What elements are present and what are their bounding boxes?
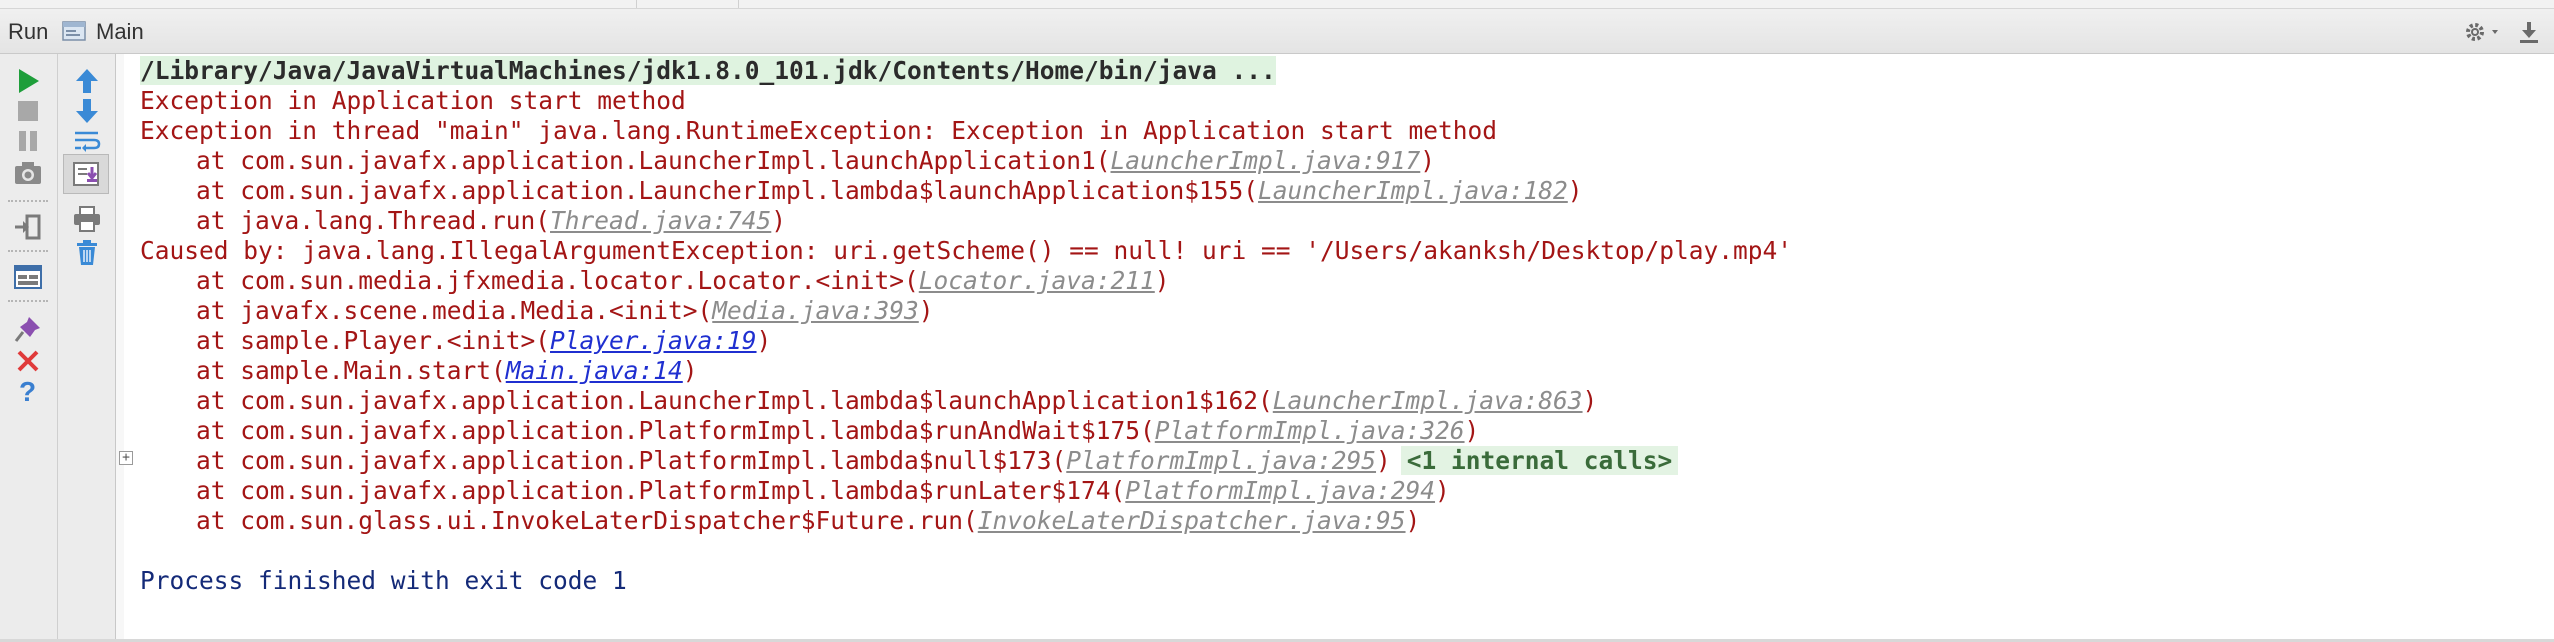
frame-text: at sample.Player.<init>( xyxy=(196,326,551,355)
scroll-to-end-icon[interactable] xyxy=(63,154,109,194)
frame-text: at com.sun.javafx.application.LauncherIm… xyxy=(196,176,1259,205)
toolbar-separator xyxy=(8,300,48,302)
source-link[interactable]: Media.java:393 xyxy=(712,296,919,325)
source-link[interactable]: Locator.java:211 xyxy=(919,266,1155,295)
run-config-tab[interactable]: Main xyxy=(96,19,144,45)
stack-frame: at java.lang.Thread.run(Thread.java:745) xyxy=(140,206,2540,236)
source-link[interactable]: PlatformImpl.java:326 xyxy=(1155,416,1465,445)
frame-close: ) xyxy=(1567,176,1583,205)
frame-close: ) xyxy=(1464,416,1480,445)
gear-icon[interactable] xyxy=(2462,19,2504,45)
frame-text: at com.sun.javafx.application.PlatformIm… xyxy=(196,416,1155,445)
toolbar-separator xyxy=(8,200,48,202)
tab-divider xyxy=(636,0,637,8)
frame-text: at com.sun.javafx.application.PlatformIm… xyxy=(196,446,1067,475)
login-icon[interactable] xyxy=(9,208,47,246)
print-icon[interactable] xyxy=(68,200,106,238)
frame-close: ) xyxy=(1420,146,1436,175)
dump-threads-icon[interactable] xyxy=(9,154,47,192)
frame-text: at com.sun.media.jfxmedia.locator.Locato… xyxy=(196,266,919,295)
console-gutter xyxy=(116,54,124,639)
frame-close: ) xyxy=(1154,266,1170,295)
stack-frame: at sample.Player.<init>(Player.java:19) xyxy=(140,326,2540,356)
tab-divider xyxy=(738,0,739,8)
frame-close: ) xyxy=(1405,506,1421,535)
source-link[interactable]: Player.java:19 xyxy=(550,326,757,355)
frame-text: at com.sun.javafx.application.LauncherIm… xyxy=(196,386,1273,415)
pin-icon[interactable] xyxy=(2516,19,2542,45)
stack-frame: at com.sun.javafx.application.LauncherIm… xyxy=(140,176,2540,206)
frame-close: ) xyxy=(1582,386,1598,415)
command-line: /Library/Java/JavaVirtualMachines/jdk1.8… xyxy=(140,56,2540,86)
source-link[interactable]: PlatformImpl.java:294 xyxy=(1125,476,1435,505)
frame-text: at com.sun.javafx.application.LauncherIm… xyxy=(196,146,1111,175)
svg-text:?: ? xyxy=(19,376,36,406)
internal-calls-fold[interactable]: <1 internal calls> xyxy=(1400,446,1679,475)
frame-text: at com.sun.javafx.application.PlatformIm… xyxy=(196,476,1126,505)
caused-by-line: Caused by: java.lang.IllegalArgumentExce… xyxy=(140,236,1793,265)
frame-text: at com.sun.glass.ui.InvokeLaterDispatche… xyxy=(196,506,978,535)
source-link[interactable]: LauncherImpl.java:863 xyxy=(1273,386,1583,415)
help-icon[interactable]: ? xyxy=(9,372,47,410)
stack-frame: at com.sun.media.jfxmedia.locator.Locato… xyxy=(140,266,2540,296)
command-line-text: /Library/Java/JavaVirtualMachines/jdk1.8… xyxy=(140,56,1276,85)
expand-fold-icon[interactable]: + xyxy=(119,451,133,465)
frame-close: ) xyxy=(771,206,787,235)
frame-text: at java.lang.Thread.run( xyxy=(196,206,551,235)
stack-frame: at com.sun.javafx.application.LauncherIm… xyxy=(140,386,2540,416)
frame-close: ) xyxy=(682,356,698,385)
frame-text: at sample.Main.start( xyxy=(196,356,506,385)
stack-frame: at javafx.scene.media.Media.<init>(Media… xyxy=(140,296,2540,326)
source-link[interactable]: LauncherImpl.java:182 xyxy=(1258,176,1568,205)
frame-close: ) xyxy=(756,326,772,355)
run-toolbar-right xyxy=(58,54,116,639)
stack-frame: at sample.Main.start(Main.java:14) xyxy=(140,356,2540,386)
stack-frame: at com.sun.glass.ui.InvokeLaterDispatche… xyxy=(140,506,2540,536)
stack-frame: at com.sun.javafx.application.PlatformIm… xyxy=(140,416,2540,446)
source-link[interactable]: InvokeLaterDispatcher.java:95 xyxy=(978,506,1406,535)
stack-frame: at com.sun.javafx.application.PlatformIm… xyxy=(140,446,2540,476)
console-line: Exception in Application start method xyxy=(140,86,686,115)
restore-layout-icon[interactable] xyxy=(9,258,47,296)
top-strip xyxy=(0,0,2554,9)
source-link[interactable]: LauncherImpl.java:917 xyxy=(1111,146,1421,175)
toolbar-separator xyxy=(8,250,48,252)
trash-icon[interactable] xyxy=(68,234,106,272)
frame-close: ) xyxy=(1376,446,1391,475)
stack-frame: at com.sun.javafx.application.LauncherIm… xyxy=(140,146,2540,176)
frame-text: at javafx.scene.media.Media.<init>( xyxy=(196,296,713,325)
main-config-icon xyxy=(62,20,88,42)
stack-frame: at com.sun.javafx.application.PlatformIm… xyxy=(140,476,2540,506)
source-link[interactable]: Thread.java:745 xyxy=(550,206,771,235)
exit-status: Process finished with exit code 1 xyxy=(140,566,627,595)
frame-close: ) xyxy=(1435,476,1450,505)
source-link[interactable]: Main.java:14 xyxy=(506,356,683,385)
console-line: Exception in thread "main" java.lang.Run… xyxy=(140,116,1498,145)
console-output[interactable]: /Library/Java/JavaVirtualMachines/jdk1.8… xyxy=(140,56,2540,616)
tool-window-title: Run xyxy=(8,19,49,44)
run-tool-window-header: Run Main xyxy=(0,9,2554,54)
frame-close: ) xyxy=(918,296,934,325)
source-link[interactable]: PlatformImpl.java:295 xyxy=(1066,446,1376,475)
run-toolbar-left: ? xyxy=(0,54,58,639)
